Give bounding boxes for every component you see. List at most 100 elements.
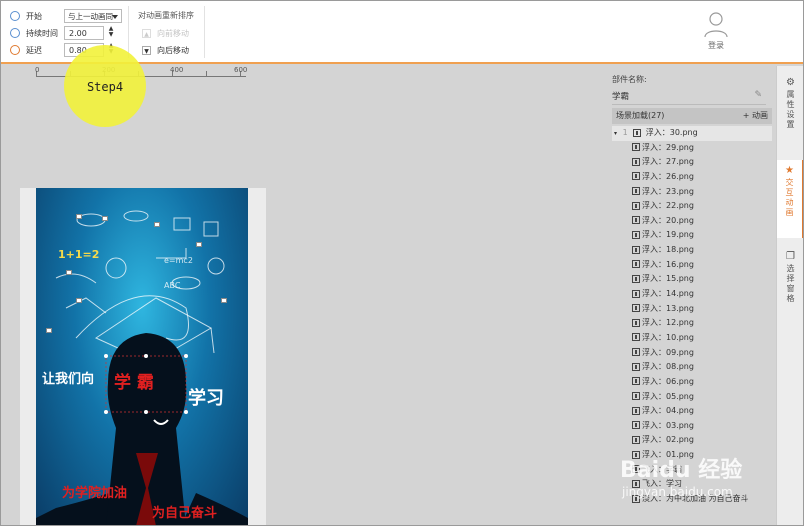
list-item[interactable]: ▾ 1 浮入：30.png (612, 126, 772, 141)
layers-icon: ❐ (786, 251, 795, 262)
ruler-label: 400 (170, 66, 184, 74)
divider (128, 6, 129, 58)
list-item[interactable]: 浮入：18.png (612, 243, 772, 258)
list-item-label: 浮入：12.png (642, 318, 694, 328)
tab-interactive-animation[interactable]: ★ 交互动画 (777, 160, 804, 238)
tab-selection-pane[interactable]: ❐ 选择窗格 (777, 252, 804, 304)
film-icon (632, 421, 640, 430)
film-icon (632, 216, 640, 225)
add-animation-button[interactable]: + 动画 (743, 108, 768, 124)
poster-line3[interactable]: 为自己奋斗 (152, 502, 217, 521)
sel-handle[interactable] (46, 328, 52, 333)
film-icon (632, 318, 640, 327)
svg-text:e=mc2: e=mc2 (164, 256, 193, 265)
list-item[interactable]: 浮入：08.png (612, 360, 772, 375)
list-item[interactable]: 浮入：12.png (612, 316, 772, 331)
chevron-down-icon (112, 15, 118, 19)
list-item[interactable]: 浮入：14.png (612, 287, 772, 302)
film-icon (632, 392, 640, 401)
list-item[interactable]: 浮入：19.png (612, 228, 772, 243)
duration-input[interactable]: 2.00 (64, 26, 104, 40)
list-item[interactable]: 浮入：29.png (612, 141, 772, 156)
component-name-value: 学霸 (612, 92, 630, 102)
ruler-label: 600 (234, 66, 248, 74)
list-item[interactable]: 浮入：05.png (612, 390, 772, 405)
list-item-label: 浮入：16.png (642, 259, 694, 269)
film-icon (632, 289, 640, 298)
list-item[interactable]: 浮入：04.png (612, 404, 772, 419)
list-item[interactable]: 浮入：13.png (612, 302, 772, 317)
list-item-label: 浮入：03.png (642, 420, 694, 430)
sel-handle[interactable] (196, 242, 202, 247)
film-icon (633, 128, 642, 137)
divider (204, 6, 205, 58)
film-icon (632, 304, 640, 313)
list-item[interactable]: 浮入：09.png (612, 346, 772, 361)
poster-xuexi[interactable]: 学习 (188, 384, 224, 410)
sel-handle[interactable] (76, 298, 82, 303)
pencil-icon[interactable]: ✎ (754, 90, 762, 100)
film-icon (632, 362, 640, 371)
step-label: Step4 (86, 80, 124, 94)
film-icon (632, 157, 640, 166)
list-item-label: 浮入：29.png (642, 142, 694, 152)
tab-properties-label: 属性设置 (786, 90, 795, 129)
sel-handle[interactable] (102, 216, 108, 221)
collapse-icon[interactable]: ▾ (614, 130, 617, 137)
list-item-label: 浮入：10.png (642, 332, 694, 342)
svg-text:ABC: ABC (164, 281, 181, 290)
arrow-down-icon: ▼ (142, 45, 151, 55)
list-item[interactable]: 浮入：03.png (612, 419, 772, 434)
star-icon: ★ (785, 165, 794, 176)
list-item[interactable]: 浮入：20.png (612, 214, 772, 229)
list-item[interactable]: 浮入：10.png (612, 331, 772, 346)
list-item-label: 浮入：27.png (642, 157, 694, 167)
sel-handle[interactable] (66, 270, 72, 275)
film-icon (632, 435, 640, 444)
film-icon (632, 143, 640, 152)
list-item-label: 浮入：13.png (642, 303, 694, 313)
gear-icon: ⚙ (786, 77, 795, 88)
move-backward-button[interactable]: ▼ 向后移动 (142, 43, 189, 57)
list-item-label: 浮入：04.png (642, 406, 694, 416)
list-item[interactable]: 浮入：23.png (612, 185, 772, 200)
film-icon (632, 333, 640, 342)
list-item[interactable]: 浮入：15.png (612, 272, 772, 287)
move-forward-label: 向前移动 (157, 28, 189, 38)
sel-handle[interactable] (221, 298, 227, 303)
watermark-logo: Baidu 经验 (620, 458, 743, 483)
tab-properties[interactable]: ⚙ 属性设置 (777, 78, 804, 130)
poster-line2[interactable]: 为学院加油 (62, 482, 127, 501)
start-select[interactable]: 与上一动画同 (64, 9, 122, 23)
list-item[interactable]: 浮入：22.png (612, 199, 772, 214)
tab-interactive-label: 交互动画 (785, 178, 794, 217)
login-button[interactable]: 登录 (696, 10, 736, 51)
film-icon (632, 406, 640, 415)
list-item-label: 浮入：06.png (642, 376, 694, 386)
list-item[interactable]: 浮入：06.png (612, 375, 772, 390)
list-item[interactable]: 浮入：16.png (612, 258, 772, 273)
ruler-tick (206, 71, 207, 76)
move-forward-button[interactable]: ▲ 向前移动 (142, 26, 189, 40)
animation-list: ▾ 1 浮入：30.png 浮入：29.png 浮入：27.png 浮入：26.… (612, 126, 772, 507)
reorder-title: 对动画重新排序 (138, 11, 194, 20)
arrow-up-icon: ▲ (142, 28, 151, 38)
poster-xueba[interactable]: 学 霸 (114, 368, 154, 393)
svg-text:1+1=2: 1+1=2 (58, 248, 99, 261)
list-item-label: 浮入：18.png (642, 245, 694, 255)
sel-handle[interactable] (76, 214, 82, 219)
duration-stepper[interactable]: ▲ ▼ (106, 26, 116, 40)
film-icon (632, 230, 640, 239)
poster-line1[interactable]: 让我们向 (42, 368, 94, 387)
list-item[interactable]: 浮入：27.png (612, 155, 772, 170)
start-row: 开始 与上一动画同 (10, 8, 122, 24)
film-icon (632, 172, 640, 181)
list-item-label: 浮入：15.png (642, 274, 694, 284)
sel-handle[interactable] (154, 222, 160, 227)
play-icon (10, 11, 20, 21)
poster-page[interactable]: 1+1=2 e=mc2 ABC 让我们向 学 霸 学习 为学院加油 为自己奋斗 (36, 188, 248, 526)
component-name-field[interactable]: 学霸 ✎ (612, 90, 766, 105)
list-item[interactable]: 浮入：26.png (612, 170, 772, 185)
list-item[interactable]: 浮入：02.png (612, 433, 772, 448)
watermark-url: jingyan.baidu.com (622, 485, 733, 499)
